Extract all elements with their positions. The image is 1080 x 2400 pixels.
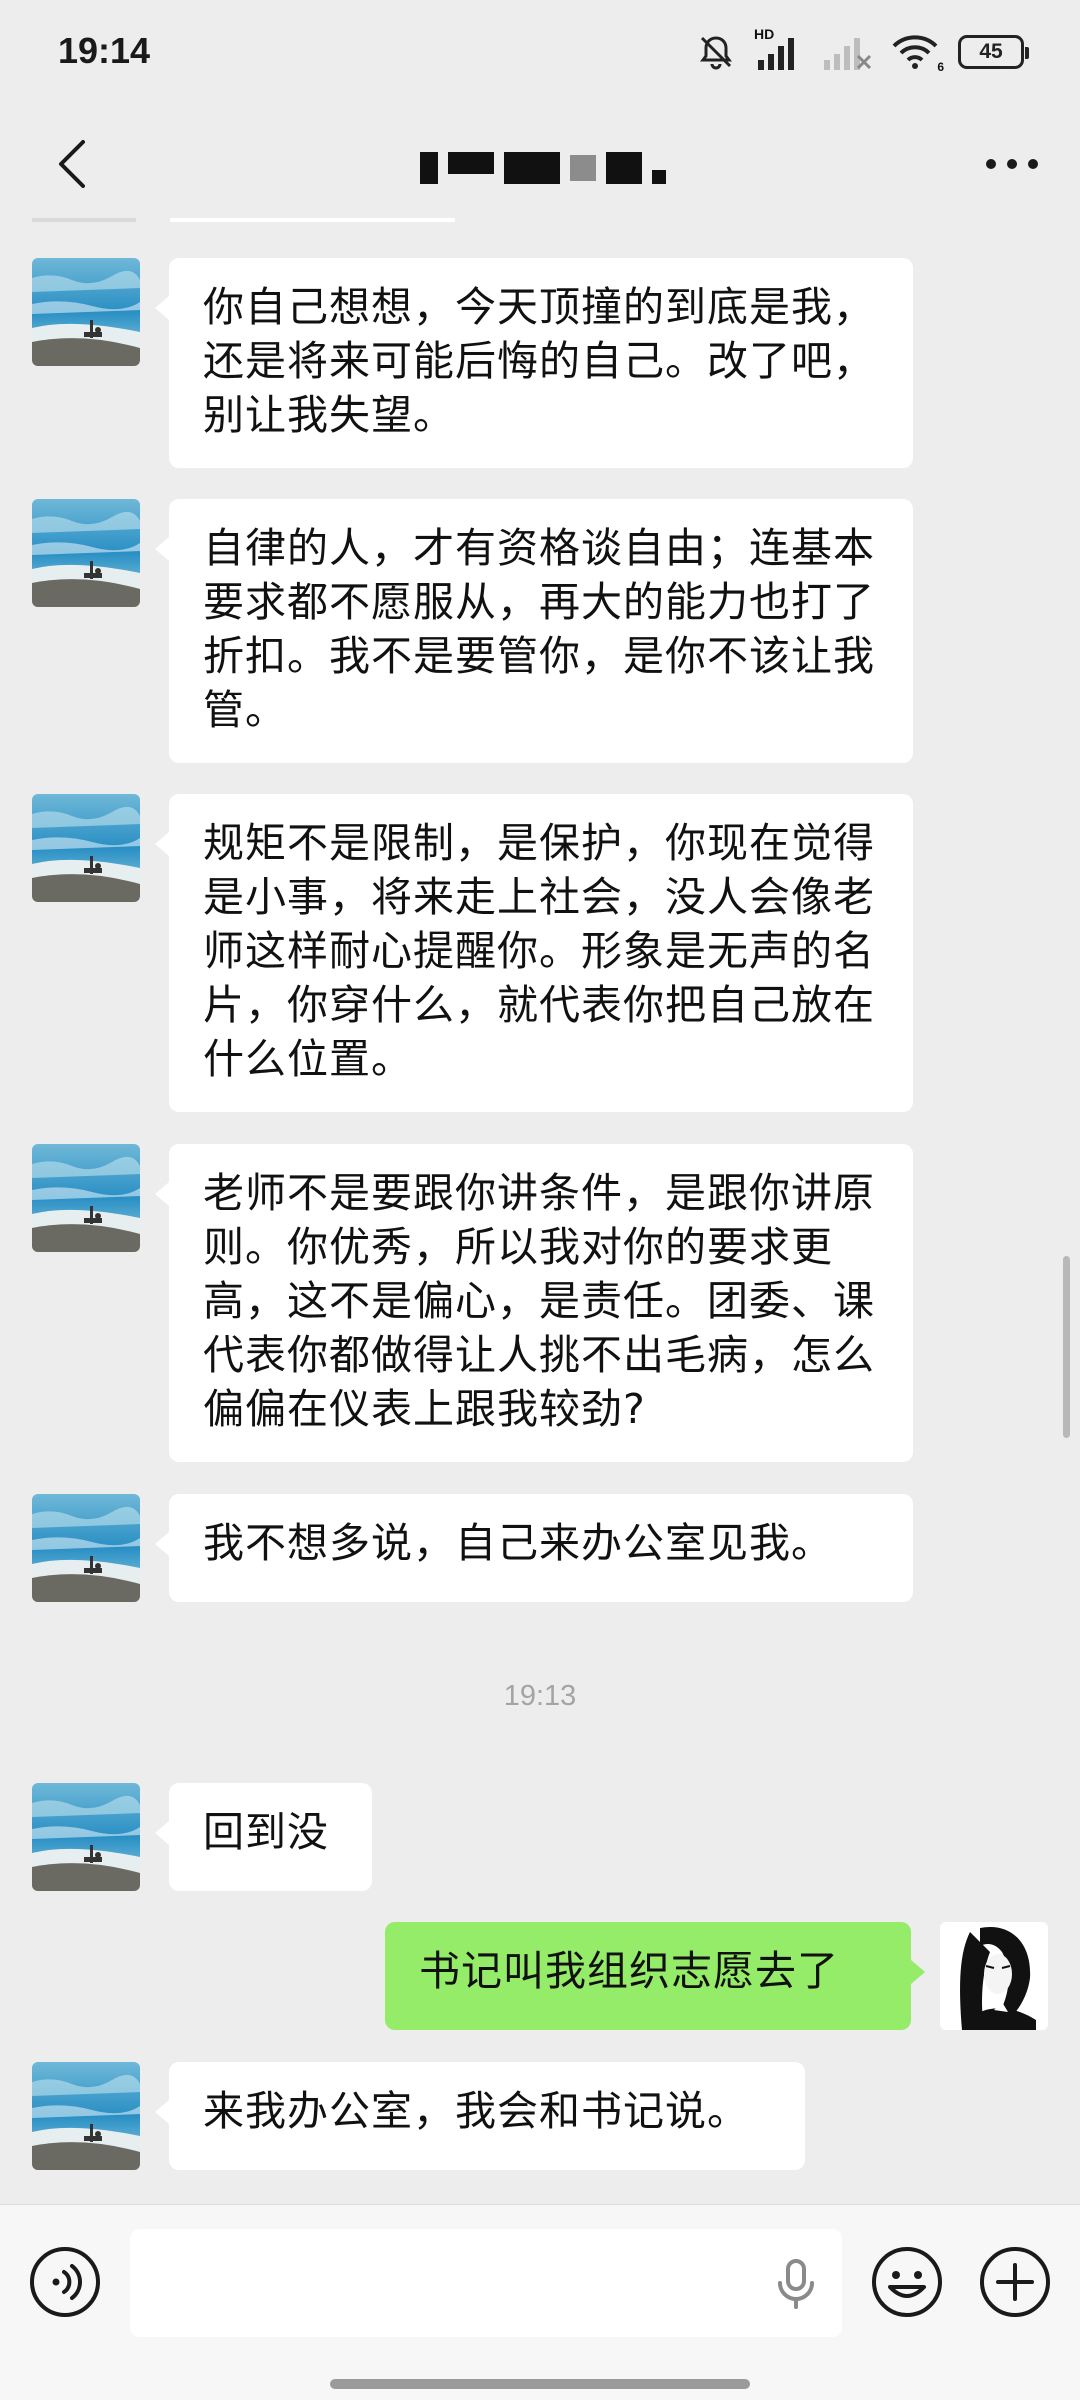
home-indicator[interactable] xyxy=(330,2379,750,2389)
wifi-6-label: 6 xyxy=(937,60,944,74)
battery-level: 45 xyxy=(979,40,1003,63)
status-time: 19:14 xyxy=(58,30,151,71)
contact-avatar[interactable] xyxy=(32,1144,140,1252)
chat-title-redacted xyxy=(420,150,670,186)
message-timestamp: 19:13 xyxy=(503,1680,577,1712)
back-button[interactable] xyxy=(40,132,104,196)
message-bubble[interactable]: 老师不是要跟你讲条件，是跟你讲原则。你优秀，所以我对你的要求更高，这不是偏心，是… xyxy=(155,1144,913,1462)
status-icons: HD 6 45 xyxy=(696,26,1029,74)
my-avatar[interactable] xyxy=(940,1922,1048,2030)
message-bubble[interactable]: 回到没 xyxy=(155,1783,372,1891)
message-row: 回到没 xyxy=(0,1783,1080,1891)
cell-signal-2-icon xyxy=(820,32,872,72)
cell-signal-icon: HD xyxy=(754,26,802,72)
scrollbar[interactable] xyxy=(1063,1256,1070,1438)
message-row: 我不想多说，自己来办公室见我。 xyxy=(0,1494,1080,1602)
message-row: 你自己想想，今天顶撞的到底是我，还是将来可能后悔的自己。改了吧，别让我失望。 xyxy=(0,258,1080,468)
bell-off-icon xyxy=(696,32,736,72)
signal-hd-label: HD xyxy=(754,26,775,42)
more-button[interactable] xyxy=(980,136,1044,192)
emoji-button[interactable] xyxy=(870,2245,944,2319)
mic-icon xyxy=(778,2259,814,2309)
voice-icon xyxy=(30,2247,100,2317)
contact-avatar[interactable] xyxy=(32,1494,140,1602)
mic-button[interactable] xyxy=(766,2253,826,2313)
message-bubble[interactable]: 你自己想想，今天顶撞的到底是我，还是将来可能后悔的自己。改了吧，别让我失望。 xyxy=(155,258,913,468)
message-bubble[interactable]: 规矩不是限制，是保护，你现在觉得是小事，将来走上社会，没人会像老师这样耐心提醒你… xyxy=(155,794,913,1112)
voice-button[interactable] xyxy=(28,2245,102,2319)
emoji-icon xyxy=(872,2247,942,2317)
message-row: 书记叫我组织志愿去了 xyxy=(0,1922,1080,2030)
message-row: 老师不是要跟你讲条件，是跟你讲原则。你优秀，所以我对你的要求更高，这不是偏心，是… xyxy=(0,1144,1080,1462)
message-bubble[interactable]: 来我办公室，我会和书记说。 xyxy=(155,2062,805,2170)
message-list[interactable]: 你自己想想，今天顶撞的到底是我，还是将来可能后悔的自己。改了吧，别让我失望。 自… xyxy=(0,218,1080,2204)
contact-avatar[interactable] xyxy=(32,2062,140,2170)
message-row: 来我办公室，我会和书记说。 xyxy=(0,2062,1080,2170)
message-bubble[interactable]: 我不想多说，自己来办公室见我。 xyxy=(155,1494,913,1602)
message-row: 规矩不是限制，是保护，你现在觉得是小事，将来走上社会，没人会像老师这样耐心提醒你… xyxy=(0,794,1080,1112)
contact-avatar[interactable] xyxy=(32,258,140,366)
wifi-icon: 6 xyxy=(890,32,944,74)
message-bubble[interactable]: 自律的人，才有资格谈自由；连基本要求都不愿服从，再大的能力也打了折扣。我不是要管… xyxy=(155,499,913,763)
contact-avatar[interactable] xyxy=(32,794,140,902)
message-input[interactable] xyxy=(130,2229,842,2337)
clipped-previous-message xyxy=(0,218,1080,224)
plus-icon xyxy=(980,2247,1050,2317)
battery-icon: 45 xyxy=(958,35,1029,69)
plus-button[interactable] xyxy=(978,2245,1052,2319)
status-bar: 19:14 HD 6 45 xyxy=(0,0,1080,110)
message-bubble-outgoing[interactable]: 书记叫我组织志愿去了 xyxy=(385,1922,925,2030)
contact-avatar[interactable] xyxy=(32,499,140,607)
message-row: 自律的人，才有资格谈自由；连基本要求都不愿服从，再大的能力也打了折扣。我不是要管… xyxy=(0,499,1080,763)
more-dots-icon xyxy=(986,159,1038,169)
chat-header xyxy=(0,110,1080,218)
contact-avatar[interactable] xyxy=(32,1783,140,1891)
chevron-left-icon xyxy=(59,140,85,188)
input-bar xyxy=(0,2204,1080,2400)
